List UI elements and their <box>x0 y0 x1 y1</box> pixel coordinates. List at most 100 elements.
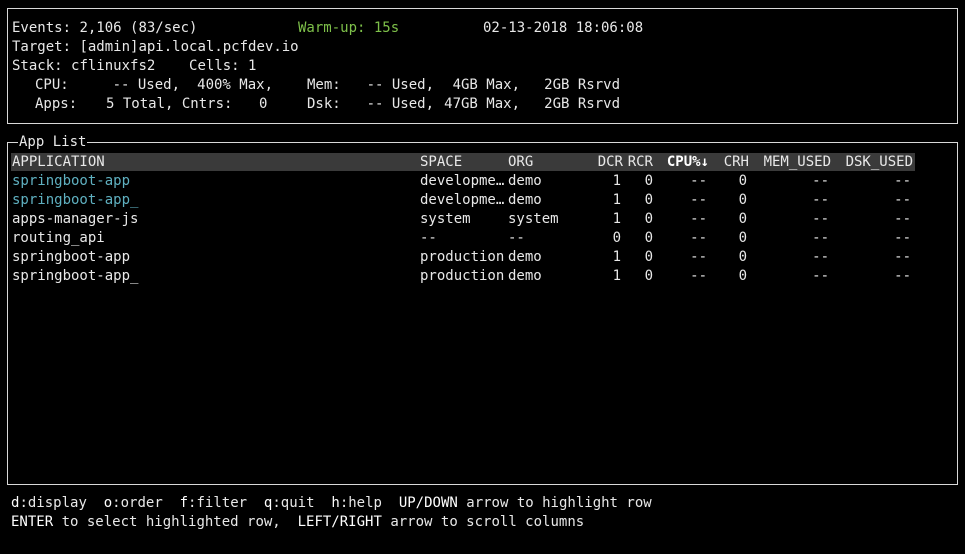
table-row[interactable]: springboot-app_ production demo 1 0 -- 0… <box>11 267 915 286</box>
dsk-label: Dsk: <box>307 96 341 112</box>
key-d-desc: :display <box>19 495 87 511</box>
col-crh[interactable]: CRH <box>715 153 749 172</box>
table-header: APPLICATION SPACE ORG DCR RCR CPU%↓ CRH … <box>11 153 915 171</box>
stack-line: Stack: cflinuxfs2 Cells: 1 <box>12 57 256 76</box>
key-left-right: LEFT/RIGHT <box>297 514 382 530</box>
key-f-desc: :filter <box>188 495 248 511</box>
events-line: Events: 2,106 (83/sec) <box>12 19 197 38</box>
key-left-right-desc: arrow to scroll columns <box>381 514 585 530</box>
cell-rcr: 0 <box>644 192 653 208</box>
cell-space: production <box>420 268 505 284</box>
cell-dcr: 0 <box>612 230 621 246</box>
cell-crh: 0 <box>738 173 747 189</box>
status-panel: Events: 2,106 (83/sec) Warm-up: 15s 02-1… <box>7 8 958 124</box>
cell-dcr: 1 <box>612 249 621 265</box>
key-enter-desc: to select highlighted row, <box>53 514 281 530</box>
cell-crh: 0 <box>738 192 747 208</box>
cpu-used: -- Used, <box>112 77 180 93</box>
col-dcr[interactable]: DCR <box>581 153 623 172</box>
app-list-panel: App List APPLICATION SPACE ORG DCR RCR C… <box>7 133 958 485</box>
key-q-desc: :quit <box>272 495 315 511</box>
cell-application: springboot-app <box>12 173 131 189</box>
cell-crh: 0 <box>738 211 747 227</box>
datetime: 02-13-2018 18:06:08 <box>483 20 644 36</box>
cell-dsk: -- <box>894 249 911 265</box>
mem-used: -- Used, <box>366 77 434 93</box>
cell-cpu: -- <box>690 268 707 284</box>
cell-dcr: 1 <box>612 268 621 284</box>
events-value: 2,106 (83/sec) <box>79 20 198 36</box>
cell-org: demo <box>508 192 542 208</box>
cell-application: springboot-app_ <box>12 192 139 208</box>
cell-crh: 0 <box>738 249 747 265</box>
cell-dsk: -- <box>894 173 911 189</box>
cell-application: springboot-app <box>12 249 131 265</box>
table-row[interactable]: routing_api -- -- 0 0 -- 0 -- -- <box>11 229 915 248</box>
cell-space: -- <box>420 230 437 246</box>
cell-mem: -- <box>812 268 829 284</box>
cell-dsk: -- <box>894 268 911 284</box>
mem-rsrvd: 2GB Rsrvd <box>544 77 620 93</box>
cell-cpu: -- <box>690 211 707 227</box>
key-up-down: UP/DOWN <box>398 495 458 511</box>
cell-org: -- <box>508 230 525 246</box>
col-space[interactable]: SPACE <box>420 153 462 172</box>
cell-rcr: 0 <box>644 249 653 265</box>
table-row[interactable]: springboot-app developme… demo 1 0 -- 0 … <box>11 172 915 191</box>
apps-total: 5 Total, Cntrs: <box>106 96 233 112</box>
stack-value: cflinuxfs2 <box>71 58 156 74</box>
target-label: Target: <box>12 39 72 55</box>
cell-application: apps-manager-js <box>12 211 139 227</box>
cell-rcr: 0 <box>644 173 653 189</box>
stack-label: Stack: <box>12 58 63 74</box>
cell-space: production <box>420 249 505 265</box>
cell-application: routing_api <box>12 230 105 246</box>
key-o: o <box>103 495 113 511</box>
col-cpu-sorted[interactable]: CPU%↓ <box>659 153 709 172</box>
col-org[interactable]: ORG <box>508 153 533 172</box>
cell-dcr: 1 <box>612 192 621 208</box>
apps-label: Apps: <box>35 96 78 112</box>
cell-application: springboot-app_ <box>12 268 139 284</box>
key-enter: ENTER <box>11 514 54 530</box>
table-row[interactable]: apps-manager-js system system 1 0 -- 0 -… <box>11 210 915 229</box>
cell-space: developme… <box>420 192 505 208</box>
key-help-line-1: d:display o:order f:filter q:quit h:help… <box>11 494 652 513</box>
key-up-down-desc: arrow to highlight row <box>457 495 652 511</box>
cell-cpu: -- <box>690 173 707 189</box>
col-rcr[interactable]: RCR <box>623 153 653 172</box>
cell-cpu: -- <box>690 230 707 246</box>
cell-mem: -- <box>812 230 829 246</box>
cell-org: demo <box>508 173 542 189</box>
cell-rcr: 0 <box>644 268 653 284</box>
cell-org: demo <box>508 268 542 284</box>
cell-crh: 0 <box>738 268 747 284</box>
mem-max: 4GB Max, <box>452 77 520 93</box>
table-row[interactable]: springboot-app production demo 1 0 -- 0 … <box>11 248 915 267</box>
col-dsk-used[interactable]: DSK_USED <box>837 153 913 172</box>
col-mem-used[interactable]: MEM_USED <box>755 153 831 172</box>
cell-space: developme… <box>420 173 505 189</box>
cell-cpu: -- <box>690 192 707 208</box>
cell-dsk: -- <box>894 192 911 208</box>
cell-dsk: -- <box>894 211 911 227</box>
key-o-desc: :order <box>112 495 163 511</box>
dsk-rsrvd: 2GB Rsrvd <box>544 96 620 112</box>
col-application[interactable]: APPLICATION <box>12 153 105 172</box>
cells-label: Cells: <box>189 58 240 74</box>
cell-dcr: 1 <box>612 211 621 227</box>
cell-space: system <box>420 211 471 227</box>
target-line: Target: [admin]api.local.pcfdev.io <box>12 38 299 57</box>
cell-rcr: 0 <box>644 230 653 246</box>
app-list-title: App List <box>18 133 88 151</box>
cell-org: demo <box>508 249 542 265</box>
cell-mem: -- <box>812 211 829 227</box>
cell-mem: -- <box>812 249 829 265</box>
cell-dsk: -- <box>894 230 911 246</box>
table-row[interactable]: springboot-app_ developme… demo 1 0 -- 0… <box>11 191 915 210</box>
cell-org: system <box>508 211 559 227</box>
target-value: [admin]api.local.pcfdev.io <box>79 39 299 55</box>
cell-dcr: 1 <box>612 173 621 189</box>
key-help-line-2: ENTER to select highlighted row, LEFT/RI… <box>11 513 652 532</box>
cell-mem: -- <box>812 192 829 208</box>
